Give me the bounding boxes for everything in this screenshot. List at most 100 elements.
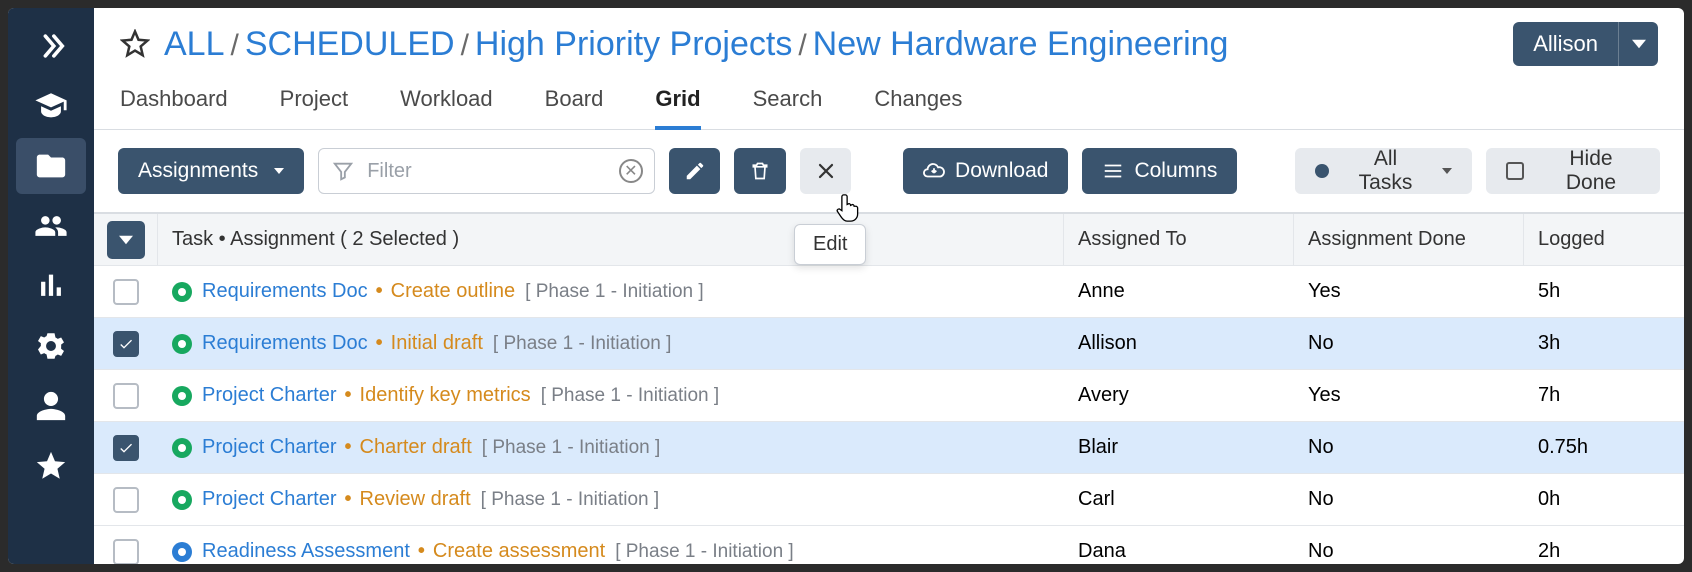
status-dot-icon	[1315, 164, 1329, 178]
phase-label: [ Phase 1 - Initiation ]	[482, 437, 661, 459]
breadcrumb: ALL/ SCHEDULED/ High Priority Projects/ …	[164, 25, 1228, 64]
breadcrumb-root[interactable]: ALL	[164, 25, 225, 64]
pointer-cursor-icon	[834, 192, 862, 229]
row-checkbox[interactable]	[113, 539, 139, 565]
left-nav-rail	[8, 8, 94, 564]
nav-learn-icon[interactable]	[16, 78, 86, 134]
row-checkbox[interactable]	[113, 279, 139, 305]
cell-logged: 0.75h	[1524, 422, 1684, 473]
table-row[interactable]: Project Charter•Identify key metrics[ Ph…	[94, 370, 1684, 422]
tab-dashboard[interactable]: Dashboard	[120, 86, 228, 129]
nav-folder-icon[interactable]	[16, 138, 86, 194]
table-row[interactable]: Requirements Doc•Initial draft[ Phase 1 …	[94, 318, 1684, 370]
breadcrumb-project-group[interactable]: High Priority Projects	[475, 25, 792, 64]
tab-search[interactable]: Search	[753, 86, 823, 129]
chevron-down-icon	[1442, 168, 1452, 174]
tab-grid[interactable]: Grid	[655, 86, 700, 130]
user-name: Allison	[1513, 31, 1618, 57]
nav-expand-icon[interactable]	[16, 18, 86, 74]
hide-done-toggle[interactable]: Hide Done	[1486, 148, 1660, 194]
assignment-link[interactable]: Identify key metrics	[360, 384, 531, 407]
nav-star-icon[interactable]	[16, 438, 86, 494]
col-header-done[interactable]: Assignment Done	[1294, 214, 1524, 265]
chevron-down-icon	[274, 168, 284, 174]
cell-logged: 0h	[1524, 474, 1684, 525]
phase-label: [ Phase 1 - Initiation ]	[493, 333, 672, 355]
cell-logged: 5h	[1524, 266, 1684, 317]
assignment-link[interactable]: Review draft	[360, 488, 471, 511]
status-circle-icon	[172, 438, 192, 458]
row-checkbox[interactable]	[113, 487, 139, 513]
task-link[interactable]: Project Charter	[202, 436, 337, 459]
cell-assignment-done: No	[1294, 474, 1524, 525]
cell-assigned-to: Carl	[1064, 474, 1294, 525]
table-row[interactable]: Readiness Assessment•Create assessment[ …	[94, 526, 1684, 564]
row-checkbox[interactable]	[113, 435, 139, 461]
row-checkbox[interactable]	[113, 331, 139, 357]
table-row[interactable]: Project Charter•Charter draft[ Phase 1 -…	[94, 422, 1684, 474]
nav-user-icon[interactable]	[16, 378, 86, 434]
col-header-assigned[interactable]: Assigned To	[1064, 214, 1294, 265]
phase-label: [ Phase 1 - Initiation ]	[481, 489, 660, 511]
grid-table: Task • Assignment ( 2 Selected ) Assigne…	[94, 213, 1684, 564]
assignment-link[interactable]: Charter draft	[360, 436, 472, 459]
edit-tooltip: Edit	[794, 224, 866, 265]
cell-assignment-done: Yes	[1294, 266, 1524, 317]
chevron-down-icon	[1618, 22, 1658, 66]
tab-board[interactable]: Board	[545, 86, 604, 129]
breadcrumb-project[interactable]: New Hardware Engineering	[813, 25, 1229, 64]
table-row[interactable]: Requirements Doc•Create outline[ Phase 1…	[94, 266, 1684, 318]
breadcrumb-scheduled[interactable]: SCHEDULED	[245, 25, 455, 64]
cell-assigned-to: Allison	[1064, 318, 1294, 369]
task-link[interactable]: Requirements Doc	[202, 280, 368, 303]
tab-workload[interactable]: Workload	[400, 86, 493, 129]
favorite-star-icon[interactable]	[120, 29, 150, 59]
cell-assigned-to: Avery	[1064, 370, 1294, 421]
assignment-link[interactable]: Create assessment	[433, 540, 605, 563]
select-all-dropdown[interactable]	[107, 221, 145, 259]
nav-team-icon[interactable]	[16, 198, 86, 254]
status-circle-icon	[172, 334, 192, 354]
columns-button[interactable]: Columns	[1082, 148, 1237, 194]
all-tasks-label: All Tasks	[1345, 147, 1426, 195]
nav-settings-icon[interactable]	[16, 318, 86, 374]
cell-assignment-done: No	[1294, 526, 1524, 564]
status-circle-icon	[172, 542, 192, 562]
assignment-link[interactable]: Create outline	[391, 280, 516, 303]
task-link[interactable]: Project Charter	[202, 488, 337, 511]
cell-assignment-done: Yes	[1294, 370, 1524, 421]
funnel-icon	[332, 160, 354, 182]
checkbox-icon	[1506, 162, 1524, 180]
phase-label: [ Phase 1 - Initiation ]	[525, 281, 704, 303]
grid-header-row: Task • Assignment ( 2 Selected ) Assigne…	[94, 214, 1684, 266]
download-button[interactable]: Download	[903, 148, 1068, 194]
assignment-link[interactable]: Initial draft	[391, 332, 483, 355]
user-menu[interactable]: Allison	[1513, 22, 1658, 66]
col-header-task[interactable]: Task • Assignment ( 2 Selected )	[158, 214, 1064, 265]
row-checkbox[interactable]	[113, 383, 139, 409]
clear-filter-icon[interactable]: ✕	[619, 159, 643, 183]
tab-project[interactable]: Project	[280, 86, 348, 129]
assignments-dropdown[interactable]: Assignments	[118, 148, 304, 194]
cell-assigned-to: Anne	[1064, 266, 1294, 317]
columns-label: Columns	[1134, 159, 1217, 183]
filter-input[interactable]	[318, 148, 655, 194]
status-circle-icon	[172, 490, 192, 510]
edit-button[interactable]	[669, 148, 720, 194]
table-row[interactable]: Project Charter•Review draft[ Phase 1 - …	[94, 474, 1684, 526]
task-link[interactable]: Project Charter	[202, 384, 337, 407]
delete-button[interactable]	[734, 148, 785, 194]
all-tasks-dropdown[interactable]: All Tasks	[1295, 148, 1472, 194]
status-circle-icon	[172, 282, 192, 302]
col-header-logged[interactable]: Logged	[1524, 214, 1684, 265]
tab-changes[interactable]: Changes	[874, 86, 962, 129]
filter-field-wrap: ✕	[318, 148, 655, 194]
phase-label: [ Phase 1 - Initiation ]	[615, 541, 794, 563]
nav-reports-icon[interactable]	[16, 258, 86, 314]
status-circle-icon	[172, 386, 192, 406]
task-link[interactable]: Requirements Doc	[202, 332, 368, 355]
grid-toolbar: Assignments ✕ Download Columns	[94, 130, 1684, 213]
cell-assignment-done: No	[1294, 422, 1524, 473]
task-link[interactable]: Readiness Assessment	[202, 540, 410, 563]
close-selection-button[interactable]	[800, 148, 851, 194]
